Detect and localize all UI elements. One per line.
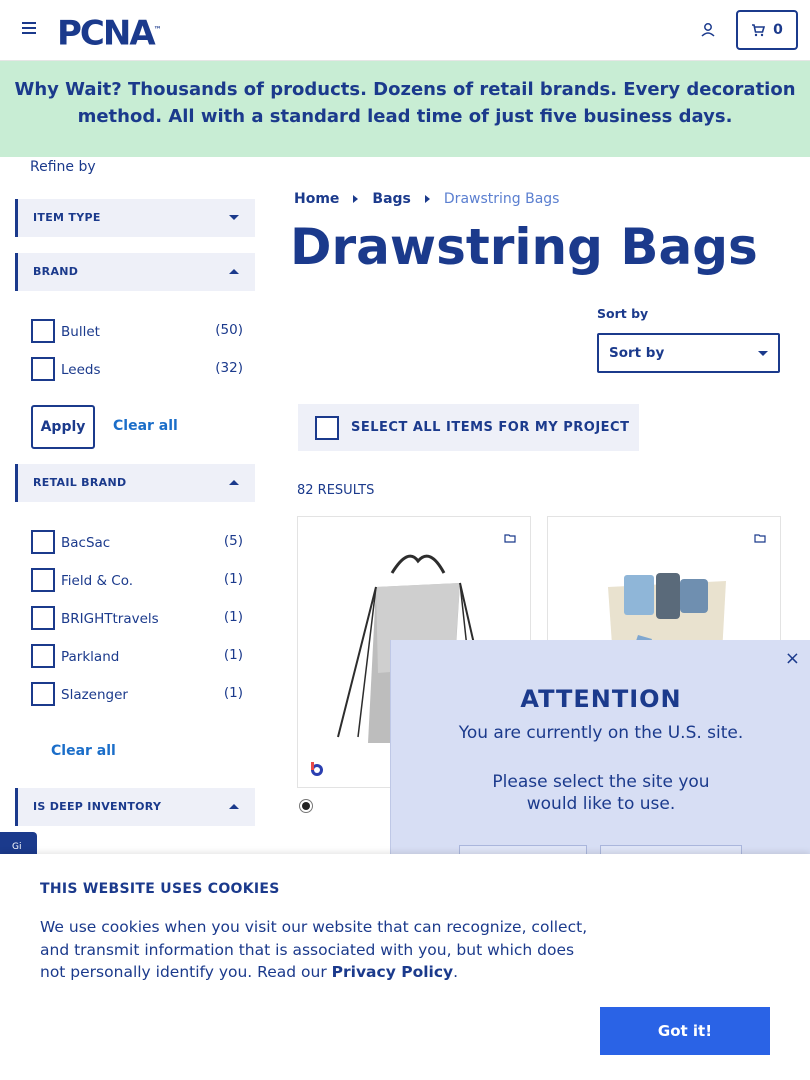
checkbox[interactable]	[31, 357, 55, 381]
checkbox[interactable]	[31, 644, 55, 668]
checkbox[interactable]	[31, 568, 55, 592]
option-count: (32)	[215, 360, 243, 376]
option-count: (1)	[223, 647, 243, 663]
cookie-title: THIS WEBSITE USES COOKIES	[40, 881, 280, 897]
clear-all-retail-link[interactable]: Clear all	[51, 743, 116, 759]
option-label: Bullet	[61, 324, 100, 340]
results-count: 82 RESULTS	[297, 483, 375, 498]
retail-brand-option[interactable]: BRIGHTtravels (1)	[31, 603, 243, 630]
breadcrumb-arrow-icon	[424, 195, 430, 203]
sort-selected-value: Sort by	[609, 345, 665, 361]
option-label: BRIGHTtravels	[61, 611, 159, 627]
user-icon[interactable]	[699, 21, 717, 39]
cookie-banner: THIS WEBSITE USES COOKIES We use cookies…	[0, 854, 810, 1080]
option-count: (1)	[223, 609, 243, 625]
cart-icon	[752, 23, 766, 36]
breadcrumb-bags[interactable]: Bags	[372, 191, 410, 207]
cart-count: 0	[773, 22, 783, 38]
color-swatch-black[interactable]	[299, 799, 313, 813]
option-count: (50)	[215, 322, 243, 338]
promo-banner: Why Wait? Thousands of products. Dozens …	[0, 61, 810, 157]
option-label: Parkland	[61, 649, 120, 665]
facet-brand[interactable]: BRAND	[15, 253, 255, 291]
sort-select[interactable]: Sort by	[597, 333, 780, 373]
attention-prompt-line1: Please select the site you	[492, 772, 710, 792]
option-label: Leeds	[61, 362, 101, 378]
select-all-label: SELECT ALL ITEMS FOR MY PROJECT	[351, 420, 630, 435]
option-label: BacSac	[61, 535, 111, 551]
breadcrumb-current: Drawstring Bags	[443, 191, 560, 207]
chevron-down-icon	[758, 351, 768, 356]
retail-brand-option[interactable]: Field & Co. (1)	[31, 565, 243, 592]
clear-all-brand-link[interactable]: Clear all	[113, 418, 178, 434]
chevron-up-icon	[229, 269, 239, 274]
facet-item-type-label: ITEM TYPE	[33, 211, 101, 224]
retail-brand-option[interactable]: BacSac (5)	[31, 527, 243, 554]
privacy-policy-link[interactable]: Privacy Policy	[332, 963, 454, 981]
checkbox[interactable]	[31, 319, 55, 343]
option-count: (5)	[223, 533, 243, 549]
hamburger-icon[interactable]	[22, 22, 36, 36]
sort-label: Sort by	[597, 306, 649, 321]
chevron-up-icon	[229, 480, 239, 485]
apply-button[interactable]: Apply	[31, 405, 95, 449]
option-label: Field & Co.	[61, 573, 134, 589]
facet-deep-inventory-label: IS DEEP INVENTORY	[33, 800, 162, 813]
facet-brand-label: BRAND	[33, 265, 79, 278]
select-all-items[interactable]: SELECT ALL ITEMS FOR MY PROJECT	[298, 404, 639, 451]
facet-retail-brand[interactable]: RETAIL BRAND	[15, 464, 255, 502]
got-it-button[interactable]: Got it!	[600, 1007, 770, 1055]
cart-button[interactable]: 0	[736, 10, 798, 50]
banner-text: Thousands of products. Dozens of retail …	[77, 79, 796, 127]
brand-b-icon	[311, 762, 323, 776]
banner-lead: Why Wait?	[14, 79, 122, 100]
option-label: Slazenger	[61, 687, 128, 703]
brand-option[interactable]: Bullet (50)	[31, 316, 243, 343]
brand-option[interactable]: Leeds (32)	[31, 354, 243, 381]
checkbox[interactable]	[31, 606, 55, 630]
breadcrumb-arrow-icon	[353, 195, 359, 203]
breadcrumb-home[interactable]: Home	[294, 191, 339, 207]
option-count: (1)	[223, 571, 243, 587]
chevron-up-icon	[229, 804, 239, 809]
checkbox[interactable]	[31, 530, 55, 554]
facet-deep-inventory[interactable]: IS DEEP INVENTORY	[15, 788, 255, 826]
cookie-text-end: .	[453, 963, 459, 981]
facet-item-type[interactable]: ITEM TYPE	[15, 199, 255, 237]
select-all-checkbox[interactable]	[315, 416, 339, 440]
option-count: (1)	[223, 685, 243, 701]
logo-trademark: ™	[153, 25, 162, 34]
side-tab-text: Gi	[12, 842, 22, 852]
pcna-logo[interactable]: PCNA™	[57, 12, 162, 51]
retail-brand-option[interactable]: Slazenger (1)	[31, 679, 243, 706]
cookie-text: We use cookies when you visit our websit…	[40, 918, 588, 981]
page-title: Drawstring Bags	[290, 218, 758, 276]
retail-brand-option[interactable]: Parkland (1)	[31, 641, 243, 668]
site-header: PCNA™ 0	[0, 0, 810, 61]
breadcrumb: Home Bags Drawstring Bags	[294, 191, 559, 207]
attention-message: You are currently on the U.S. site.	[458, 723, 744, 743]
logo-text[interactable]: PCNA	[57, 13, 156, 53]
facet-retail-brand-label: RETAIL BRAND	[33, 476, 127, 489]
checkbox[interactable]	[31, 682, 55, 706]
attention-title: ATTENTION	[520, 685, 682, 713]
chevron-down-icon	[229, 215, 239, 220]
close-icon[interactable]: ×	[785, 648, 800, 669]
cookie-message: We use cookies when you visit our websit…	[40, 916, 600, 984]
refine-by-label: Refine by	[30, 159, 96, 175]
attention-prompt-line2: would like to use.	[526, 794, 676, 814]
